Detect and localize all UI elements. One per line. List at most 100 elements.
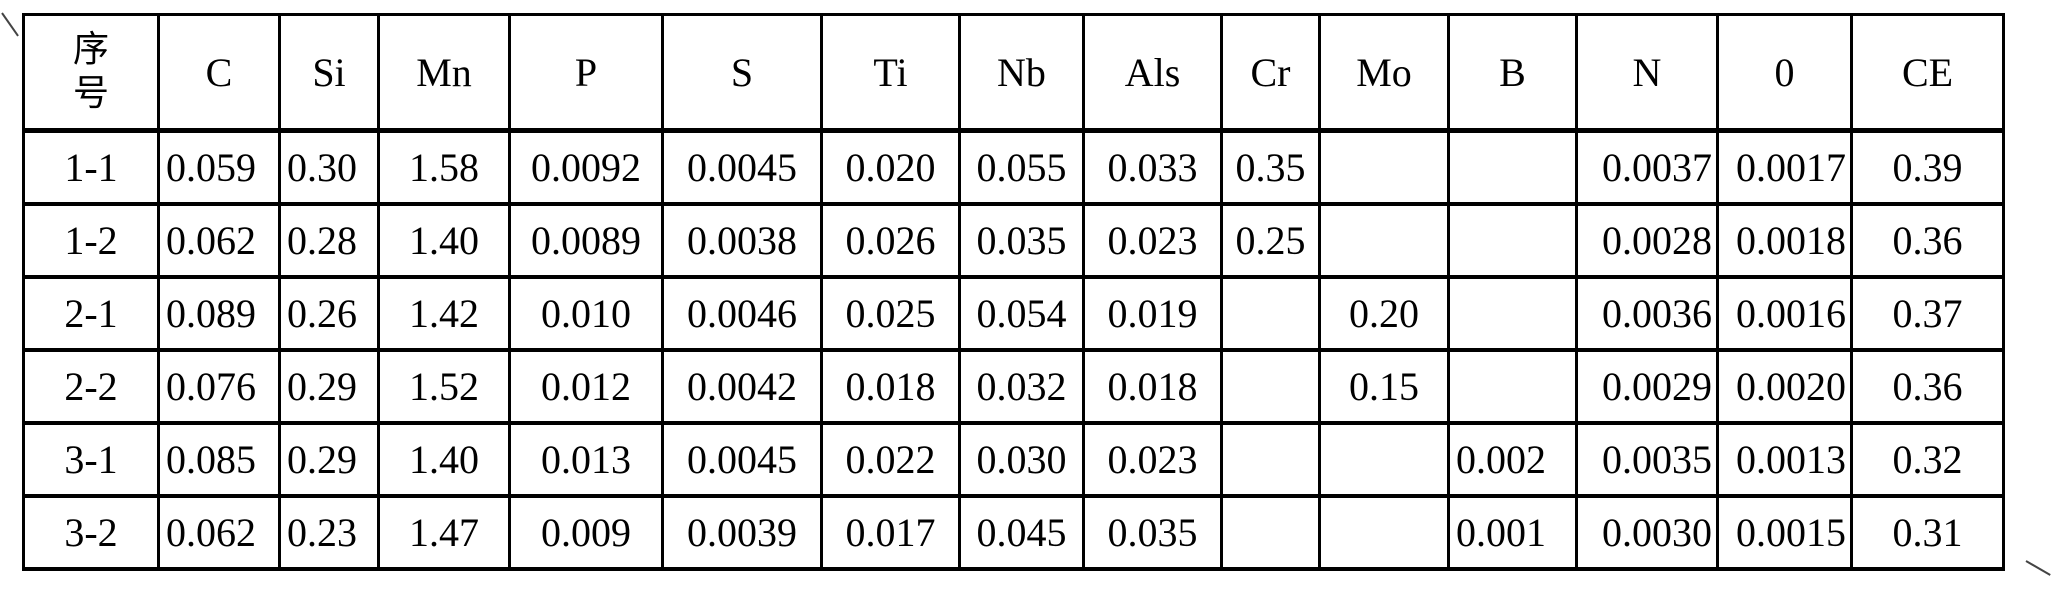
cell-si: 0.28 xyxy=(278,202,380,279)
column-header-seq: 序 号 xyxy=(22,13,160,133)
column-header-cr: Cr xyxy=(1220,13,1321,133)
cell-s: 0.0045 xyxy=(661,421,823,498)
cell-p: 0.0092 xyxy=(508,129,664,206)
column-header-ti: Ti xyxy=(820,13,961,133)
cell-b xyxy=(1447,348,1578,425)
cell-mo xyxy=(1318,421,1450,498)
column-header-s: S xyxy=(661,13,823,133)
cell-p: 0.013 xyxy=(508,421,664,498)
cell-mo xyxy=(1318,494,1450,571)
column-header-ce: CE xyxy=(1850,13,2005,133)
cell-als: 0.035 xyxy=(1082,494,1223,571)
header-row: 序 号 C Si Mn P S Ti Nb Als Cr Mo B N 0 CE xyxy=(22,13,2005,133)
cell-seq: 1-2 xyxy=(22,202,160,279)
cell-o: 0.0018 xyxy=(1716,202,1853,279)
cell-s: 0.0039 xyxy=(661,494,823,571)
cell-seq: 1-1 xyxy=(22,129,160,206)
cell-ce: 0.39 xyxy=(1850,129,2005,206)
cell-c: 0.076 xyxy=(157,348,281,425)
cell-cr: 0.35 xyxy=(1220,129,1321,206)
table-body: 1-1 0.059 0.30 1.58 0.0092 0.0045 0.020 0.055 0.… xyxy=(22,129,2005,571)
corner-crop-mark-bottom-right xyxy=(2025,560,2051,576)
column-header-nb: Nb xyxy=(958,13,1085,133)
table-row: 3-2 0.062 0.23 1.47 0.009 0.0039 0.017 0.045 0.0… xyxy=(22,494,2005,571)
seq-header-line2: 号 xyxy=(72,73,109,114)
cell-cr xyxy=(1220,275,1321,352)
cell-n: 0.0035 xyxy=(1575,421,1719,498)
cell-s: 0.0046 xyxy=(661,275,823,352)
cell-si: 0.26 xyxy=(278,275,380,352)
cell-cr xyxy=(1220,494,1321,571)
cell-als: 0.023 xyxy=(1082,421,1223,498)
cell-s: 0.0045 xyxy=(661,129,823,206)
cell-seq: 3-1 xyxy=(22,421,160,498)
cell-ce: 0.36 xyxy=(1850,348,2005,425)
composition-table: 序 号 C Si Mn P S Ti Nb Als Cr Mo B N 0 CE… xyxy=(22,13,2005,571)
cell-o: 0.0017 xyxy=(1716,129,1853,206)
cell-mn: 1.52 xyxy=(377,348,511,425)
cell-ti: 0.026 xyxy=(820,202,961,279)
cell-c: 0.062 xyxy=(157,494,281,571)
cell-ti: 0.018 xyxy=(820,348,961,425)
column-header-si: Si xyxy=(278,13,380,133)
cell-cr xyxy=(1220,348,1321,425)
seq-header-line1: 序 xyxy=(72,29,109,70)
cell-b xyxy=(1447,202,1578,279)
cell-ce: 0.36 xyxy=(1850,202,2005,279)
cell-cr: 0.25 xyxy=(1220,202,1321,279)
cell-b: 0.002 xyxy=(1447,421,1578,498)
cell-mn: 1.47 xyxy=(377,494,511,571)
cell-o: 0.0013 xyxy=(1716,421,1853,498)
cell-seq: 2-2 xyxy=(22,348,160,425)
column-header-c: C xyxy=(157,13,281,133)
cell-ti: 0.020 xyxy=(820,129,961,206)
cell-p: 0.010 xyxy=(508,275,664,352)
cell-n: 0.0037 xyxy=(1575,129,1719,206)
cell-c: 0.062 xyxy=(157,202,281,279)
cell-nb: 0.054 xyxy=(958,275,1085,352)
cell-p: 0.0089 xyxy=(508,202,664,279)
corner-crop-mark-top-left xyxy=(1,12,19,37)
cell-seq: 2-1 xyxy=(22,275,160,352)
cell-si: 0.23 xyxy=(278,494,380,571)
cell-p: 0.012 xyxy=(508,348,664,425)
cell-s: 0.0042 xyxy=(661,348,823,425)
cell-nb: 0.035 xyxy=(958,202,1085,279)
cell-n: 0.0036 xyxy=(1575,275,1719,352)
cell-ce: 0.31 xyxy=(1850,494,2005,571)
cell-p: 0.009 xyxy=(508,494,664,571)
table-row: 1-1 0.059 0.30 1.58 0.0092 0.0045 0.020 0.055 0.… xyxy=(22,129,2005,206)
cell-n: 0.0030 xyxy=(1575,494,1719,571)
cell-als: 0.023 xyxy=(1082,202,1223,279)
cell-n: 0.0029 xyxy=(1575,348,1719,425)
cell-ti: 0.022 xyxy=(820,421,961,498)
cell-b: 0.001 xyxy=(1447,494,1578,571)
table-row: 2-1 0.089 0.26 1.42 0.010 0.0046 0.025 0.054 0.0… xyxy=(22,275,2005,352)
column-header-mn: Mn xyxy=(377,13,511,133)
cell-nb: 0.055 xyxy=(958,129,1085,206)
column-header-n: N xyxy=(1575,13,1719,133)
column-header-p: P xyxy=(508,13,664,133)
cell-als: 0.018 xyxy=(1082,348,1223,425)
cell-mn: 1.58 xyxy=(377,129,511,206)
table-row: 1-2 0.062 0.28 1.40 0.0089 0.0038 0.026 0.035 0.… xyxy=(22,202,2005,279)
cell-nb: 0.030 xyxy=(958,421,1085,498)
cell-s: 0.0038 xyxy=(661,202,823,279)
cell-c: 0.059 xyxy=(157,129,281,206)
cell-n: 0.0028 xyxy=(1575,202,1719,279)
table-row: 3-1 0.085 0.29 1.40 0.013 0.0045 0.022 0.030 0.0… xyxy=(22,421,2005,498)
cell-mn: 1.40 xyxy=(377,202,511,279)
column-header-als: Als xyxy=(1082,13,1223,133)
cell-mn: 1.40 xyxy=(377,421,511,498)
table-row: 2-2 0.076 0.29 1.52 0.012 0.0042 0.018 0.032 0.0… xyxy=(22,348,2005,425)
cell-o: 0.0015 xyxy=(1716,494,1853,571)
cell-nb: 0.032 xyxy=(958,348,1085,425)
column-header-b: B xyxy=(1447,13,1578,133)
cell-mo xyxy=(1318,129,1450,206)
cell-c: 0.089 xyxy=(157,275,281,352)
cell-als: 0.033 xyxy=(1082,129,1223,206)
cell-b xyxy=(1447,129,1578,206)
cell-si: 0.30 xyxy=(278,129,380,206)
cell-cr xyxy=(1220,421,1321,498)
cell-mo xyxy=(1318,202,1450,279)
